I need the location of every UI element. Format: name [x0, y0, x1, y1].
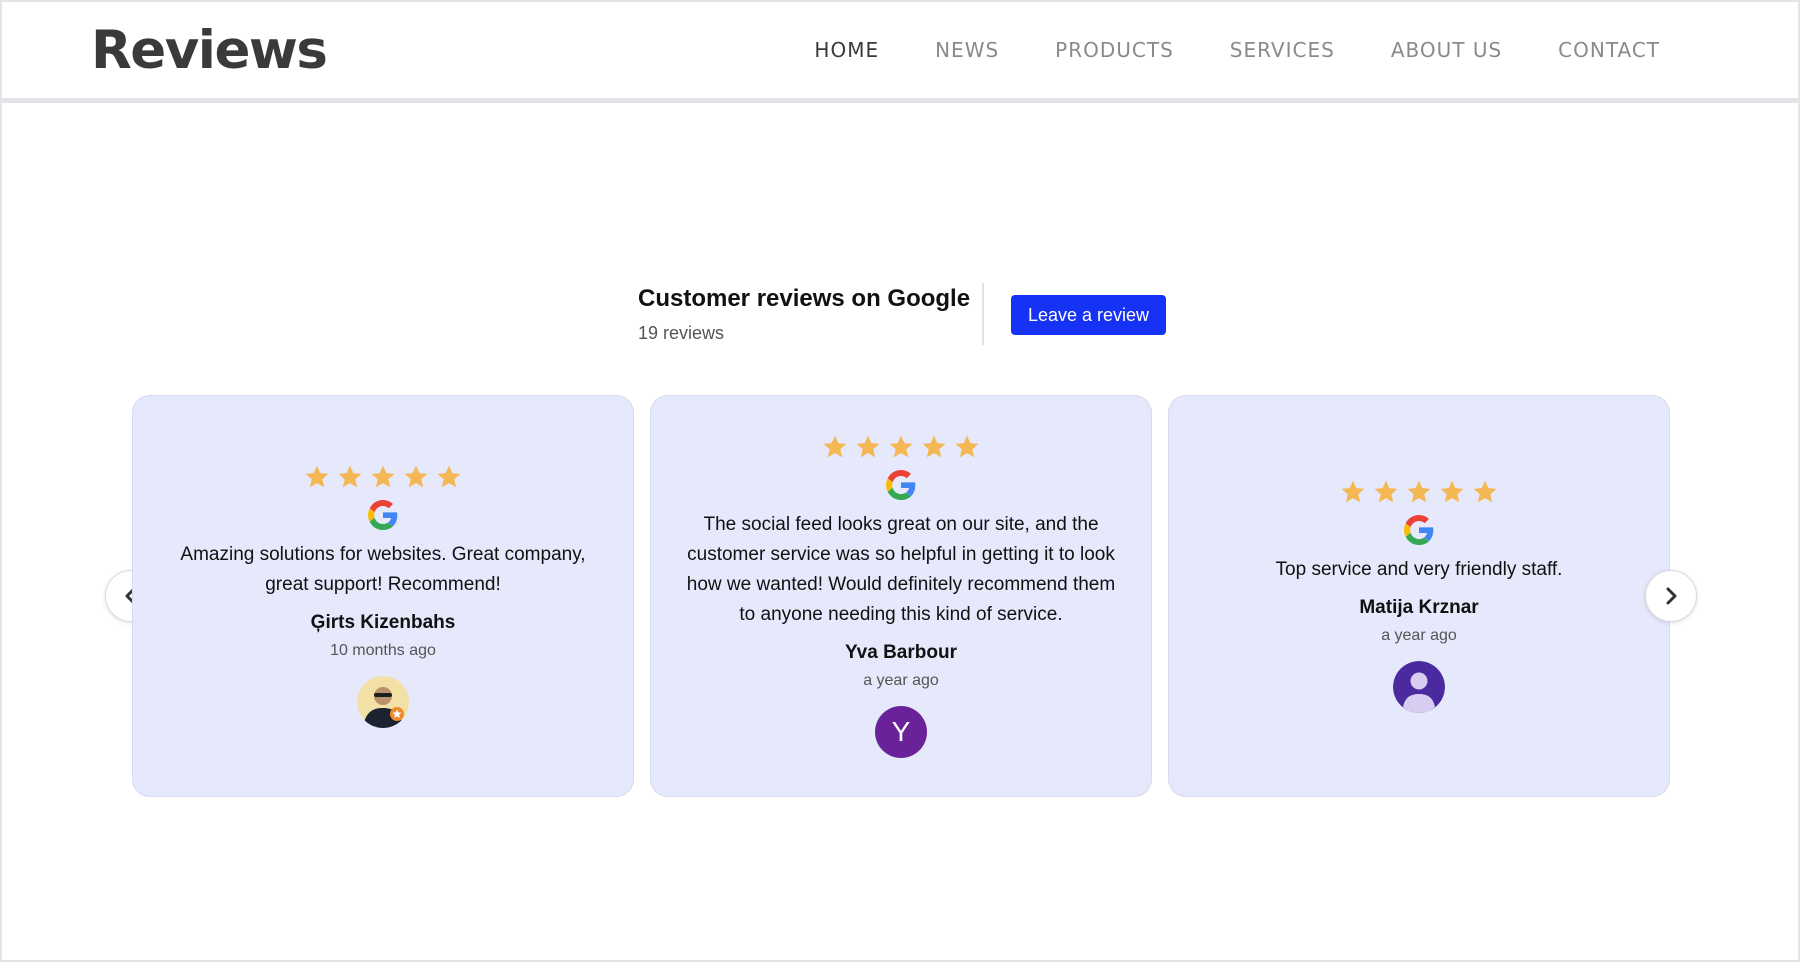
nav-home[interactable]: HOME: [814, 38, 879, 62]
star-icon: [1341, 480, 1365, 503]
star-icon: [1473, 480, 1497, 503]
main-nav: HOME NEWS PRODUCTS SERVICES ABOUT US CON…: [758, 38, 1660, 62]
star-icon: [856, 435, 880, 458]
google-icon: [368, 500, 398, 530]
review-date: a year ago: [863, 672, 939, 689]
star-icon: [1374, 480, 1398, 503]
review-date: a year ago: [1381, 627, 1457, 644]
star-icon: [404, 465, 428, 488]
reviews-summary-title: Customer reviews on Google: [638, 285, 971, 312]
reviewer-name: Matija Krznar: [1359, 597, 1479, 618]
google-icon: [886, 470, 916, 500]
star-icon: [371, 465, 395, 488]
star-icon: [823, 435, 847, 458]
nav-services[interactable]: SERVICES: [1230, 38, 1335, 62]
review-date: 10 months ago: [330, 642, 436, 659]
user-photo-icon: [357, 676, 409, 728]
reviewer-name: Yva Barbour: [845, 642, 957, 663]
site-logo[interactable]: Reviews: [91, 20, 328, 81]
carousel-next-button[interactable]: [1645, 570, 1697, 622]
leave-review-button[interactable]: Leave a review: [1011, 295, 1166, 335]
nav-about-us[interactable]: ABOUT US: [1391, 38, 1502, 62]
star-icon: [889, 435, 913, 458]
avatar: Y: [875, 706, 927, 758]
chevron-right-icon: [1666, 587, 1677, 605]
review-text: Top service and very friendly staff.: [1275, 559, 1563, 580]
review-card: Amazing solutions for websites. Great co…: [132, 395, 634, 797]
avatar: [1393, 661, 1445, 713]
reviews-count: 19 reviews: [638, 323, 725, 343]
reviewer-name: Ģirts Kizenbahs: [310, 612, 456, 633]
summary-divider: [982, 283, 984, 345]
review-text: Amazing solutions for websites. Great co…: [180, 544, 586, 595]
star-icon: [338, 465, 362, 488]
site-header: Reviews HOME NEWS PRODUCTS SERVICES ABOU…: [2, 2, 1798, 103]
star-icon: [437, 465, 461, 488]
star-icon: [305, 465, 329, 488]
nav-products[interactable]: PRODUCTS: [1055, 38, 1174, 62]
default-user-icon: [1393, 661, 1445, 713]
nav-contact[interactable]: CONTACT: [1558, 38, 1660, 62]
star-rating: [1340, 479, 1498, 505]
star-icon: [1440, 480, 1464, 503]
review-card: The social feed looks great on our site,…: [650, 395, 1152, 797]
nav-news[interactable]: NEWS: [935, 38, 999, 62]
star-icon: [1407, 480, 1431, 503]
star-rating: [822, 434, 980, 460]
star-rating: [304, 464, 462, 490]
google-icon: [1404, 515, 1434, 545]
avatar: [357, 676, 409, 728]
star-icon: [922, 435, 946, 458]
star-icon: [955, 435, 979, 458]
review-card: Top service and very friendly staff. Mat…: [1168, 395, 1670, 797]
reviews-summary: Customer reviews on Google 19 reviews: [638, 285, 970, 344]
review-text: The social feed looks great on our site,…: [686, 514, 1116, 625]
